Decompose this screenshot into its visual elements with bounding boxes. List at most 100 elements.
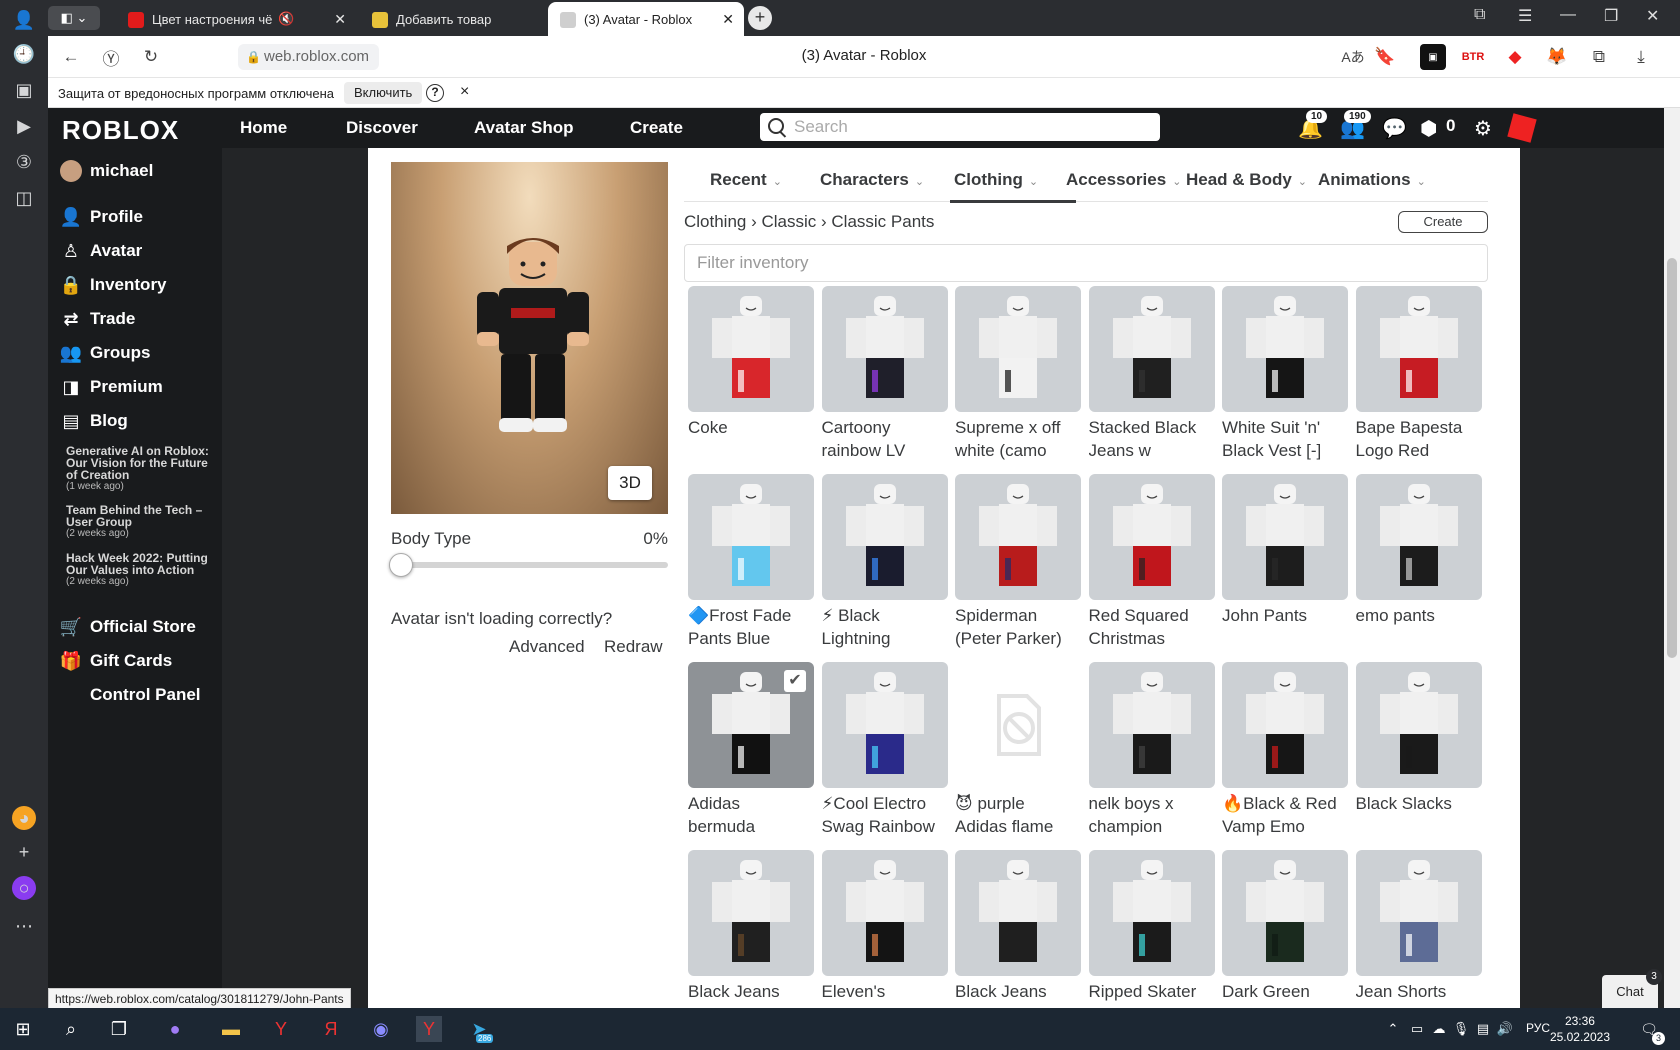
item-thumbnail[interactable]	[1355, 662, 1482, 788]
settings-icon[interactable]: ⚙	[1474, 116, 1492, 141]
tab-animations[interactable]: Animations ⌄	[1318, 170, 1426, 190]
item-thumbnail[interactable]	[1088, 286, 1215, 412]
search-icon[interactable]: ⌕	[58, 1016, 84, 1042]
blog-post-link[interactable]: Hack Week 2022: Putting Our Values into …	[66, 552, 216, 588]
start-icon[interactable]: ⊞	[10, 1016, 36, 1042]
alice-icon[interactable]: ○	[12, 876, 36, 900]
video-icon[interactable]: ▶	[12, 114, 36, 138]
inventory-item[interactable]: White Suit 'n' Black Vest [-]	[1222, 286, 1348, 462]
selected-check-icon[interactable]: ✔	[784, 670, 806, 692]
menu-icon[interactable]: ☰	[1518, 6, 1532, 26]
nav-create[interactable]: Create	[630, 118, 683, 138]
inventory-item[interactable]: 🔷Frost Fade Pants Blue	[688, 474, 814, 650]
inventory-item[interactable]: ✔ Adidas bermuda	[688, 662, 814, 838]
inventory-item[interactable]: Coke	[688, 286, 814, 462]
item-thumbnail[interactable]	[1222, 286, 1348, 412]
create-button[interactable]: Create	[1398, 211, 1488, 233]
download-icon[interactable]: ⤓	[1628, 44, 1654, 70]
inventory-item[interactable]: Bape Bapesta Logo Red	[1355, 286, 1482, 462]
close-tab-icon[interactable]: ✕	[334, 11, 346, 28]
item-thumbnail[interactable]	[955, 850, 1081, 976]
language-indicator[interactable]: РУС	[1526, 1021, 1550, 1035]
inventory-item[interactable]: Red Squared Christmas	[1088, 474, 1215, 650]
roblox-studio-icon[interactable]	[1507, 113, 1537, 143]
item-thumbnail[interactable]	[688, 474, 814, 600]
nav-avatar-shop[interactable]: Avatar Shop	[474, 118, 574, 138]
slider-handle[interactable]	[389, 553, 413, 577]
task-view-icon[interactable]: ❐	[106, 1016, 132, 1042]
item-thumbnail[interactable]	[1222, 474, 1348, 600]
yandex-icon[interactable]: Ⓨ	[98, 44, 124, 70]
sidebar-item-inventory[interactable]: 🔒 Inventory	[60, 274, 167, 296]
volume-icon[interactable]: 🔊	[1492, 1016, 1518, 1042]
roblox-extension-icon[interactable]: ◆	[1502, 44, 1528, 70]
item-thumbnail[interactable]	[688, 286, 814, 412]
maximize-icon[interactable]: ❐	[1604, 6, 1618, 26]
body-type-slider[interactable]	[389, 553, 668, 577]
item-thumbnail[interactable]	[821, 474, 948, 600]
sidebar-item-trade[interactable]: ⇄ Trade	[60, 308, 135, 330]
item-thumbnail[interactable]	[1355, 286, 1482, 412]
inventory-item[interactable]: John Pants	[1222, 474, 1348, 650]
messages-icon[interactable]: 💬	[1382, 116, 1407, 141]
item-thumbnail[interactable]	[821, 850, 948, 976]
redraw-link[interactable]: Redraw	[604, 637, 663, 657]
item-thumbnail[interactable]	[821, 662, 948, 788]
more-icon[interactable]: ⋯	[12, 914, 36, 938]
robux-icon[interactable]: ⬢	[1420, 116, 1437, 141]
breadcrumb-clothing[interactable]: Clothing	[684, 212, 746, 231]
mute-icon[interactable]: 🔇	[278, 11, 294, 27]
inventory-item[interactable]: 😈 purple Adidas flame	[955, 662, 1081, 838]
yandex-active-icon[interactable]: Y	[416, 1016, 442, 1042]
item-thumbnail[interactable]	[688, 850, 814, 976]
close-tab-icon[interactable]: ✕	[722, 11, 734, 28]
tab-head-body[interactable]: Head & Body ⌄	[1186, 170, 1307, 190]
enable-protection-button[interactable]: Включить	[344, 82, 423, 104]
item-thumbnail[interactable]	[1088, 662, 1215, 788]
bookmarks-icon[interactable]: ⧉	[1474, 6, 1485, 24]
roblox-logo[interactable]: ROBLOX	[62, 115, 179, 146]
page-scrollbar[interactable]	[1664, 108, 1680, 1008]
help-icon[interactable]: ?	[426, 84, 444, 102]
extension-icon[interactable]: ▣	[1420, 44, 1446, 70]
btr-extension-icon[interactable]: BTR	[1460, 44, 1486, 70]
item-thumbnail[interactable]	[1222, 850, 1348, 976]
item-thumbnail[interactable]	[955, 286, 1081, 412]
inventory-item[interactable]: 🔥Black & Red Vamp Emo	[1222, 662, 1348, 838]
inventory-item[interactable]: Black Slacks	[1355, 662, 1482, 838]
reload-icon[interactable]: ↻	[138, 44, 164, 70]
folder-icon[interactable]: ▬	[218, 1016, 244, 1042]
inventory-item[interactable]: Spiderman (Peter Parker)	[955, 474, 1081, 650]
robux-balance[interactable]: 0	[1446, 116, 1455, 136]
sidebar-item-blog[interactable]: ▤ Blog	[60, 410, 127, 432]
inventory-item[interactable]: emo pants	[1355, 474, 1482, 650]
inventory-item[interactable]: Jean Shorts	[1355, 850, 1482, 1026]
url-field[interactable]: 🔒 web.roblox.com	[238, 44, 380, 70]
inventory-item[interactable]: ⚡Cool Electro Swag Rainbow	[821, 662, 948, 838]
blog-post-link[interactable]: Generative AI on Roblox: Our Vision for …	[66, 445, 216, 493]
tab-music[interactable]: Цвет настроения чё 🔇 ✕	[116, 2, 356, 36]
inventory-item[interactable]: Cartoony rainbow LV	[821, 286, 948, 462]
inventory-item[interactable]: Dark Green	[1222, 850, 1348, 1026]
search-input[interactable]: Search	[760, 113, 1160, 141]
sidebar-item-gift-cards[interactable]: 🎁 Gift Cards	[60, 650, 172, 672]
item-thumbnail[interactable]	[955, 474, 1081, 600]
inventory-item[interactable]: ⚡ Black Lightning	[821, 474, 948, 650]
item-thumbnail[interactable]	[1088, 850, 1215, 976]
nav-discover[interactable]: Discover	[346, 118, 418, 138]
sidebar-item-profile[interactable]: 👤 Profile	[60, 206, 143, 228]
item-thumbnail[interactable]	[1355, 850, 1482, 976]
tab-add-product[interactable]: Добавить товар	[360, 2, 548, 36]
chat-button[interactable]: Chat 3	[1602, 969, 1662, 1008]
item-thumbnail[interactable]	[1088, 474, 1215, 600]
sidebar-item-premium[interactable]: ◨ Premium	[60, 376, 162, 398]
bookmark-icon[interactable]: 🔖	[1372, 44, 1398, 70]
discord-icon[interactable]: ◉	[368, 1016, 394, 1042]
tab-recent[interactable]: Recent ⌄	[710, 170, 782, 190]
tab-accessories[interactable]: Accessories ⌄	[1066, 170, 1181, 190]
inventory-item[interactable]: Eleven's	[821, 850, 948, 1026]
metamask-icon[interactable]: 🦊	[1544, 44, 1570, 70]
app-icon[interactable]: ◕	[12, 806, 36, 830]
inventory-item[interactable]: Black Jeans	[955, 850, 1081, 1026]
screenshot-icon[interactable]: ◫	[12, 186, 36, 210]
